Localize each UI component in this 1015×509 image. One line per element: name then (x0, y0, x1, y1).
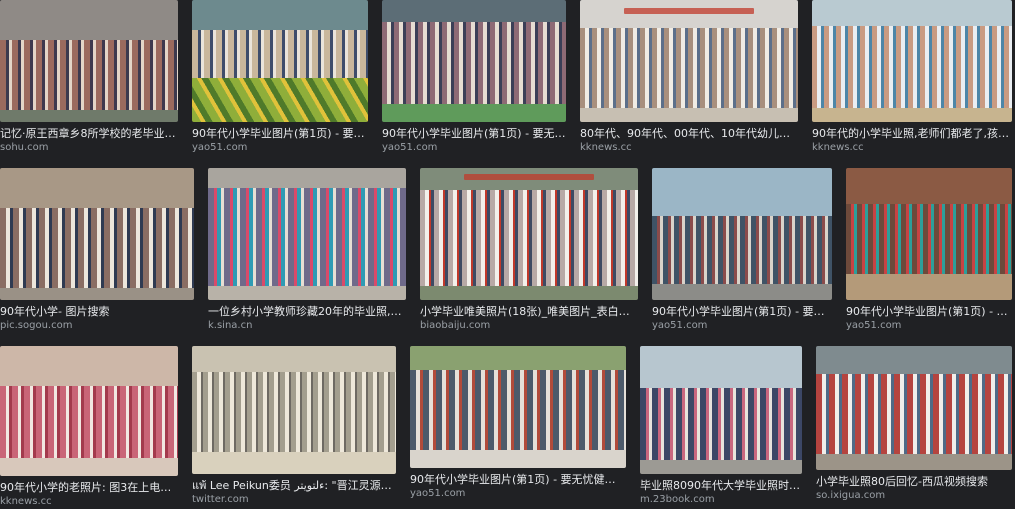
result-image[interactable] (640, 346, 802, 474)
result-title[interactable]: 90年代小学毕业图片(第1页) - 要无忧健康... (192, 126, 368, 141)
result-card[interactable]: 毕业照8090年代大学毕业照时代变迁:... m.23book.com (640, 346, 802, 507)
result-title[interactable]: 90年代的小学毕业照,老师们都老了,孩子们... (812, 126, 1012, 141)
result-title[interactable]: 80年代、90年代、00年代、10年代幼儿园毕业照,... (580, 126, 798, 141)
result-card[interactable]: 一位乡村小学教师珍藏20年的毕业照,从少年... k.sina.cn (208, 168, 406, 333)
result-image[interactable] (410, 346, 626, 468)
result-card[interactable]: 80年代、90年代、00年代、10年代幼儿园毕业照,... kknews.cc (580, 0, 798, 155)
result-source[interactable]: pic.sogou.com (0, 319, 194, 333)
result-image[interactable] (192, 346, 396, 474)
result-source[interactable]: so.ixigua.com (816, 489, 1012, 503)
result-card[interactable]: 90年代小学毕业图片(第1页) - 要无忧健康... yao51.com (652, 168, 832, 333)
result-title[interactable]: 毕业照8090年代大学毕业照时代变迁:... (640, 478, 802, 493)
result-source[interactable]: kknews.cc (580, 141, 798, 155)
result-title[interactable]: แพ้ Lee Peikun委员 ءلتويتر: "晋江灵源灵水小... (192, 478, 396, 493)
result-card[interactable]: 小学毕业唯美照片(18张)_唯美图片_表白图片网 biaobaiju.com (420, 168, 638, 333)
result-image[interactable] (812, 0, 1012, 122)
result-image[interactable] (0, 346, 178, 476)
result-card[interactable]: 90年代小学毕业图片(第1页) - 要无忧健康图库 yao51.com (410, 346, 626, 501)
result-card[interactable]: 记忆·原王西章乡8所学校的老毕业照、恩... sohu.com (0, 0, 178, 155)
result-source[interactable]: yao51.com (192, 141, 368, 155)
result-title[interactable]: 90年代小学的老照片: 图3在上电脑课,... (0, 480, 178, 495)
result-source[interactable]: sohu.com (0, 141, 178, 155)
result-title[interactable]: 90年代小学毕业图片(第1页) - 要无忧健康... (652, 304, 832, 319)
result-image[interactable] (382, 0, 566, 122)
result-image[interactable] (0, 168, 194, 300)
result-card[interactable]: 90年代小学的老照片: 图3在上电脑课,... kknews.cc (0, 346, 178, 509)
result-source[interactable]: kknews.cc (0, 495, 178, 509)
result-image[interactable] (580, 0, 798, 122)
result-image[interactable] (816, 346, 1012, 470)
result-source[interactable]: yao51.com (410, 487, 626, 501)
result-source[interactable]: yao51.com (846, 319, 1012, 333)
result-image[interactable] (208, 168, 406, 300)
result-card[interactable]: 90年代小学毕业图片(第1页) - 要无忧健康... yao51.com (192, 0, 368, 155)
result-card[interactable]: 90年代小学毕业图片(第1页) - 要无忧健康图... yao51.com (382, 0, 566, 155)
result-source[interactable]: k.sina.cn (208, 319, 406, 333)
result-image[interactable] (0, 0, 178, 122)
result-title[interactable]: 90年代小学毕业图片(第1页) - 要无忧健康图... (382, 126, 566, 141)
result-title[interactable]: 记忆·原王西章乡8所学校的老毕业照、恩... (0, 126, 178, 141)
result-source[interactable]: yao51.com (382, 141, 566, 155)
result-title[interactable]: 小学毕业照80后回忆-西瓜视频搜索 (816, 474, 1012, 489)
result-image[interactable] (846, 168, 1012, 300)
result-title[interactable]: 90年代小学- 图片搜索 (0, 304, 194, 319)
result-source[interactable]: kknews.cc (812, 141, 1012, 155)
result-title[interactable]: 小学毕业唯美照片(18张)_唯美图片_表白图片网 (420, 304, 638, 319)
result-image[interactable] (420, 168, 638, 300)
result-card[interactable]: 90年代小学毕业图片(第1页) - 要无忧健康... yao51.com (846, 168, 1012, 333)
result-card[interactable]: 90年代小学- 图片搜索 pic.sogou.com (0, 168, 194, 333)
result-source[interactable]: biaobaiju.com (420, 319, 638, 333)
result-card[interactable]: 90年代的小学毕业照,老师们都老了,孩子们... kknews.cc (812, 0, 1012, 155)
result-title[interactable]: 90年代小学毕业图片(第1页) - 要无忧健康... (846, 304, 1012, 319)
result-source[interactable]: yao51.com (652, 319, 832, 333)
result-image[interactable] (192, 0, 368, 122)
result-title[interactable]: 90年代小学毕业图片(第1页) - 要无忧健康图库 (410, 472, 626, 487)
result-title[interactable]: 一位乡村小学教师珍藏20年的毕业照,从少年... (208, 304, 406, 319)
result-card[interactable]: แพ้ Lee Peikun委员 ءلتويتر: "晋江灵源灵水小... tw… (192, 346, 396, 507)
result-image[interactable] (652, 168, 832, 300)
result-card[interactable]: 小学毕业照80后回忆-西瓜视频搜索 so.ixigua.com (816, 346, 1012, 503)
